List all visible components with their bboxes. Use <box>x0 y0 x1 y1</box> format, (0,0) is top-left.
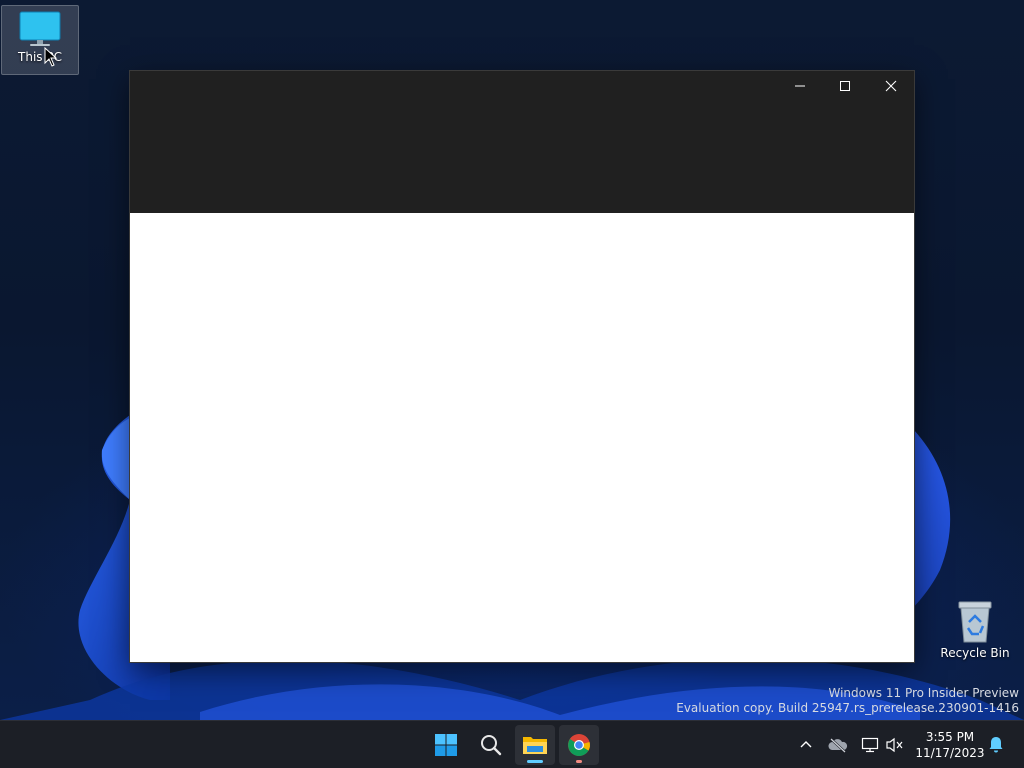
notification-bell-icon <box>989 737 1003 753</box>
evaluation-watermark: Windows 11 Pro Insider Preview Evaluatio… <box>676 686 1019 716</box>
taskbar: 3:55 PM 11/17/2023 <box>0 720 1024 768</box>
maximize-icon <box>840 81 850 91</box>
watermark-line-1: Windows 11 Pro Insider Preview <box>828 686 1019 700</box>
minimize-icon <box>795 85 805 87</box>
volume-button[interactable] <box>883 733 907 757</box>
onedrive-button[interactable] <box>826 733 850 757</box>
clock-date: 11/17/2023 <box>915 746 985 760</box>
taskbar-app-chrome[interactable] <box>559 725 599 765</box>
search-icon <box>481 735 502 756</box>
close-button[interactable] <box>868 71 914 101</box>
mouse-cursor-icon <box>44 47 58 67</box>
desktop-icon-this-pc[interactable]: This PC <box>1 5 79 75</box>
network-icon <box>861 737 879 753</box>
recycle-bin-icon <box>958 601 992 643</box>
close-icon <box>885 80 897 92</box>
volume-muted-icon <box>886 737 903 753</box>
running-app-indicator <box>576 760 582 763</box>
desktop-icon-label: Recycle Bin <box>940 646 1010 660</box>
minimize-button[interactable] <box>777 71 823 101</box>
start-button[interactable] <box>426 725 466 765</box>
show-hidden-icons-button[interactable] <box>794 733 818 757</box>
chrome-icon <box>568 734 590 756</box>
network-button[interactable] <box>858 733 882 757</box>
notification-center-button[interactable] <box>984 733 1008 757</box>
maximize-button[interactable] <box>822 71 868 101</box>
desktop-icon-label: This PC <box>18 50 62 64</box>
windows-logo-icon <box>435 734 457 756</box>
monitor-icon <box>19 11 61 46</box>
clock-time: 3:55 PM <box>925 730 975 744</box>
desktop-icon-recycle-bin[interactable]: Recycle Bin <box>937 596 1013 660</box>
system-clock[interactable]: 3:55 PM 11/17/2023 <box>912 729 988 761</box>
taskbar-app-file-explorer[interactable] <box>515 725 555 765</box>
active-app-indicator <box>527 760 543 763</box>
onedrive-offline-icon <box>828 738 848 753</box>
chevron-up-icon <box>800 741 812 748</box>
window-content-area[interactable] <box>130 213 914 662</box>
app-window <box>129 70 915 663</box>
window-titlebar[interactable] <box>130 71 914 213</box>
file-explorer-icon <box>523 737 547 754</box>
search-button[interactable] <box>471 725 511 765</box>
watermark-line-2: Evaluation copy. Build 25947.rs_prerelea… <box>676 701 1019 715</box>
